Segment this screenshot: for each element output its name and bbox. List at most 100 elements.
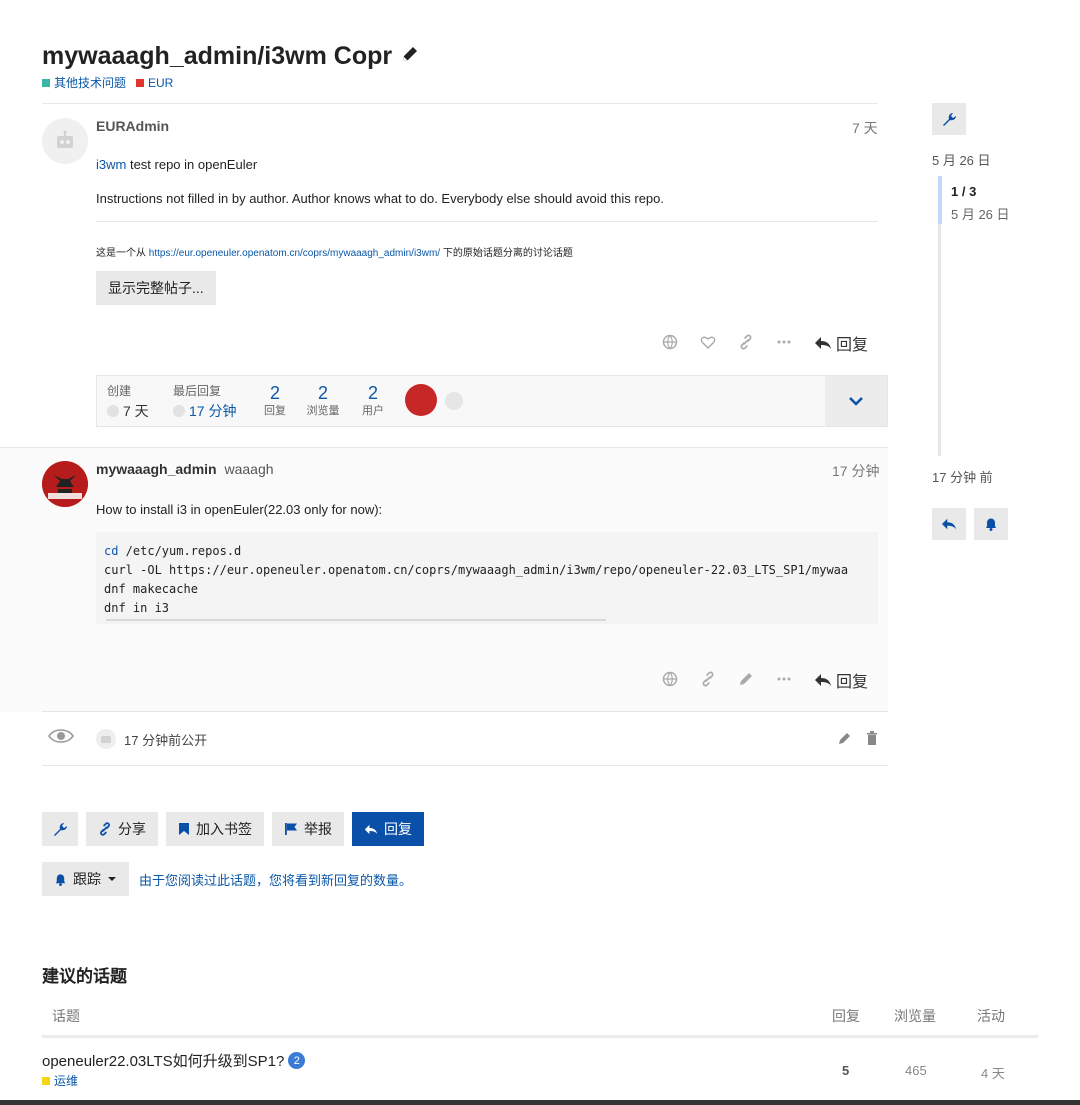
suggested-topic-activity[interactable]: 4 天 (981, 1063, 1005, 1082)
split-source-link[interactable]: https://eur.openeuler.openatom.cn/coprs/… (149, 248, 440, 259)
topic-categories: 其他技术问题 EUR (42, 74, 173, 91)
post-actions: 回复 (662, 331, 868, 355)
timeline-notifications-button[interactable] (974, 508, 1008, 540)
avatar-mywaaagh-admin[interactable] (42, 461, 88, 507)
suggested-topic-category[interactable]: 运维 (54, 1072, 78, 1089)
bookmark-icon (179, 823, 189, 835)
divider (96, 221, 878, 222)
reply-arrow-icon (364, 824, 378, 834)
admin-wrench-button[interactable] (42, 812, 78, 846)
post-line: i3wm test repo in openEuler (96, 157, 257, 172)
unread-badge[interactable]: 2 (288, 1052, 306, 1069)
col-replies[interactable]: 回复 (832, 1006, 860, 1026)
code-scrollbar[interactable] (106, 619, 606, 621)
show-full-post-button[interactable]: 显示完整帖子... (96, 271, 216, 305)
map-last-reply-value[interactable]: 17 分钟 (189, 401, 236, 421)
col-activity[interactable]: 活动 (977, 1006, 1005, 1026)
caret-down-icon (108, 877, 116, 881)
timeline-reply-button[interactable] (932, 508, 966, 540)
post-username[interactable]: EURAdmin (96, 118, 169, 134)
participant-avatar[interactable] (405, 384, 437, 416)
avatar-euradmin[interactable] (42, 118, 88, 164)
repo-link[interactable]: i3wm (96, 157, 126, 172)
map-replies: 2 回复 (255, 384, 295, 418)
copy-link-icon[interactable] (700, 671, 716, 690)
topic-title: mywaaagh_admin/i3wm Copr (42, 42, 420, 71)
copy-link-icon[interactable] (738, 334, 754, 353)
map-last-reply-label: 最后回复 (173, 384, 222, 398)
divider (42, 103, 878, 104)
expand-topic-map-button[interactable] (825, 376, 887, 426)
post-author: mywaaagh_admin waaagh (96, 461, 274, 477)
visible-eye-icon (48, 727, 74, 750)
reply-arrow-icon (942, 518, 956, 530)
timeline-position: 1 / 3 (951, 184, 977, 199)
admin-wrench-button[interactable] (932, 103, 966, 135)
timeline-start-date[interactable]: 5 月 26 日 (932, 150, 991, 169)
reply-topic-label: 回复 (384, 821, 412, 837)
more-options-icon[interactable] (776, 671, 792, 690)
col-views[interactable]: 浏览量 (894, 1006, 936, 1026)
robot-icon (173, 405, 185, 417)
orc-face-icon (42, 461, 88, 507)
reply-button[interactable]: 回复 (814, 331, 868, 355)
map-users-label: 用户 (362, 405, 384, 417)
small-action: 17 分钟前公开 (96, 729, 207, 749)
reply-label: 回复 (836, 674, 869, 691)
code-line: dnf makecache (104, 582, 198, 596)
trash-icon[interactable] (866, 731, 878, 750)
category-name: EUR (148, 75, 174, 90)
edit-title-icon[interactable] (400, 42, 420, 71)
bookmark-label: 加入书签 (196, 821, 252, 837)
more-options-icon[interactable] (776, 334, 792, 353)
edit-pencil-icon[interactable] (838, 731, 852, 750)
edit-pencil-icon[interactable] (738, 671, 754, 690)
share-label: 分享 (118, 821, 146, 837)
map-replies-count: 2 (269, 383, 280, 403)
table-row: openeuler22.03LTS如何升级到SP1? 2 运维 (42, 1050, 306, 1089)
split-prefix: 这是一个从 (96, 248, 149, 259)
tracking-dropdown[interactable]: 跟踪 (42, 862, 129, 896)
post-text: test repo in openEuler (126, 157, 258, 172)
map-views-count: 2 (317, 383, 328, 403)
suggested-topic-replies: 5 (842, 1063, 850, 1078)
tracking-label: 跟踪 (73, 871, 101, 887)
category-badge[interactable]: EUR (136, 74, 173, 91)
bell-icon (986, 518, 996, 531)
map-created: 创建 7 天 (107, 382, 149, 421)
suggested-topic-title[interactable]: openeuler22.03LTS如何升级到SP1? (42, 1050, 284, 1071)
topic-title-text: mywaaagh_admin/i3wm Copr (42, 42, 393, 70)
translate-icon[interactable] (662, 334, 678, 353)
tracking-reason: 由于您阅读过此话题，您将看到新回复的数量。 (139, 872, 413, 888)
participant-avatar[interactable] (445, 392, 463, 410)
category-color-square (42, 1076, 50, 1085)
reply-button[interactable]: 回复 (814, 668, 868, 692)
post-date[interactable]: 7 天 (852, 118, 878, 138)
wrench-icon (943, 113, 956, 126)
divider (42, 1035, 1038, 1038)
reply-arrow-icon (815, 337, 831, 349)
share-button[interactable]: 分享 (86, 812, 158, 846)
category-badge[interactable]: 其他技术问题 (42, 74, 126, 91)
timeline-end-label[interactable]: 17 分钟 前 (932, 467, 993, 486)
timeline-handle[interactable] (938, 176, 942, 224)
post-username[interactable]: mywaaagh_admin (96, 461, 217, 477)
reply-topic-button[interactable]: 回复 (352, 812, 424, 846)
notifications-row: 跟踪 由于您阅读过此话题，您将看到新回复的数量。 (42, 862, 412, 896)
topic-map: 创建 7 天 最后回复 17 分钟 2 回复 2 浏览量 2 用户 (96, 375, 888, 427)
code-line: curl -OL https://eur.openeuler.openatom.… (104, 563, 849, 577)
bookmark-button[interactable]: 加入书签 (166, 812, 264, 846)
map-users: 2 用户 (353, 384, 393, 418)
flag-button[interactable]: 举报 (272, 812, 344, 846)
map-last-reply: 最后回复 17 分钟 (173, 382, 236, 421)
topic-footer-buttons: 分享 加入书签 举报 回复 (42, 812, 424, 846)
like-heart-icon[interactable] (700, 334, 716, 353)
post-text: How to install i3 in openEuler(22.03 onl… (96, 502, 383, 517)
post-date[interactable]: 17 分钟 (832, 461, 879, 481)
flag-label: 举报 (304, 821, 332, 837)
robot-icon (96, 729, 116, 749)
wrench-icon (54, 823, 67, 836)
map-created-value[interactable]: 7 天 (123, 401, 149, 421)
robot-icon (107, 405, 119, 417)
translate-icon[interactable] (662, 671, 678, 690)
